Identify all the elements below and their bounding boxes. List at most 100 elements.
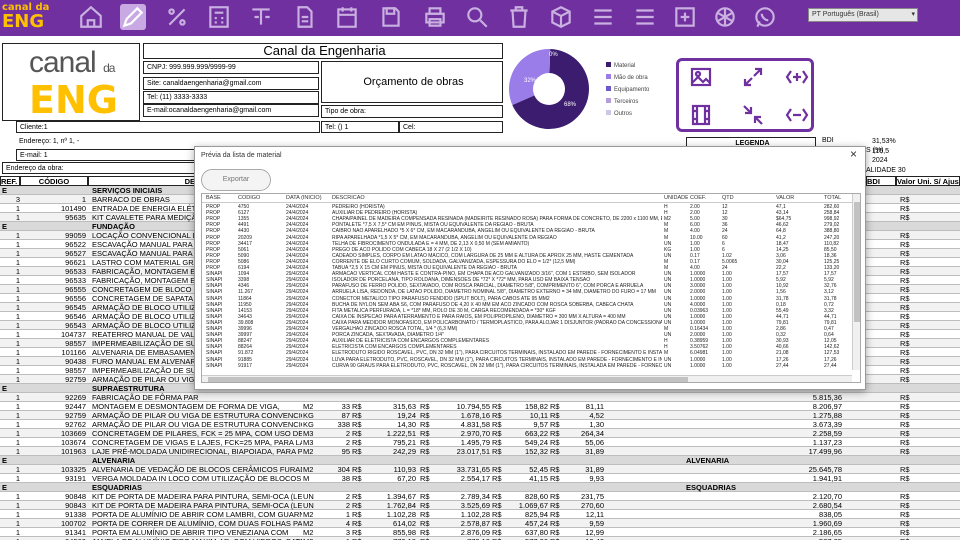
export-button[interactable]: Exportar	[201, 169, 271, 191]
cell-u: R$	[900, 285, 910, 294]
table-row[interactable]: 1 90848 KIT DE PORTA DE MADEIRA PARA PINTU…	[0, 492, 960, 501]
app-logo: canal da ENG	[2, 3, 49, 31]
col-codigo-header: CÓDIGO	[20, 176, 88, 186]
table-row[interactable]: 1 92762 ARMAÇÃO DE PILAR OU VIGA DE ESTRUT…	[0, 420, 960, 429]
bdi-label: BDI	[822, 137, 834, 144]
site-field[interactable]: Site: canaldaengenharia@gmail.com	[143, 77, 319, 90]
expand-icon[interactable]	[741, 65, 765, 89]
cell-u: R$	[900, 213, 910, 222]
film-icon[interactable]	[689, 103, 713, 127]
scroll-thumb[interactable]	[854, 202, 860, 322]
cell-v: 12,99	[585, 528, 604, 537]
cell-un: M	[303, 474, 310, 483]
table-row[interactable]: 1 100702 PORTA DE CORRER DE ALUMÍNIO, COM …	[0, 519, 960, 528]
collapse-icon[interactable]	[741, 103, 765, 127]
menu-icon[interactable]	[632, 4, 658, 30]
cell-mo: 549,24	[525, 438, 548, 447]
language-select[interactable]: PT Português (Brasil) ▾	[808, 8, 918, 22]
listview-cell: CURVA 90 GRAUS PARA ELETRODUTO, PVC, ROS…	[332, 362, 662, 369]
cell-rs3: R$	[492, 411, 502, 420]
percent-icon[interactable]	[164, 4, 190, 30]
printer-icon[interactable]	[422, 4, 448, 30]
email-field[interactable]: E-mail:ocanaldaengenharia@gmail.com	[143, 104, 319, 117]
vertical-scrollbar[interactable]	[852, 194, 860, 370]
save-icon[interactable]	[378, 4, 404, 30]
cell-rs1: R$	[352, 438, 362, 447]
listview-col-header[interactable]: QTD	[722, 194, 758, 203]
table-row[interactable]: 1 91338 PORTA DE ALUMÍNIO DE ABRIR COM LAM…	[0, 510, 960, 519]
material-listview[interactable]: BASE CODIGO DATA (INICIO) DESCRICAO UNIDADE C…	[201, 193, 861, 383]
cell-tot: 1.495,79	[460, 438, 490, 447]
cell-rs1: R$	[352, 519, 362, 528]
phone-field[interactable]: Tel: (11) 3333-3333	[143, 91, 319, 104]
calendar-icon[interactable]	[334, 4, 360, 30]
plus-square-icon[interactable]	[672, 4, 698, 30]
openai-icon[interactable]	[712, 4, 738, 30]
section-row[interactable]: E ALVENARIA ALVENARIA	[0, 456, 960, 465]
scroll-thumb[interactable]	[208, 377, 688, 382]
listview-col-header[interactable]: BASE	[206, 194, 236, 203]
table-row[interactable]: 1 103669 CONCRETAGEM DE PILARES, FCK = 25 …	[0, 429, 960, 438]
cell-q: 304	[337, 465, 350, 474]
pencil-icon[interactable]	[120, 4, 146, 30]
client-email-field[interactable]: E-mail: 1	[16, 149, 196, 161]
cell-rs3: R$	[492, 429, 502, 438]
cell-desc: ALVENARIA DE VEDAÇÃO DE BLOCOS CERÂMICOS…	[92, 465, 302, 474]
cellphone-field[interactable]: Cel:	[399, 121, 503, 133]
listview-col-header[interactable]: CODIGO	[238, 194, 282, 203]
table-row[interactable]: 1 101963 LAJE PRÉ-MOLDADA UNIDIRECIONAL, B…	[0, 447, 960, 456]
add-icon[interactable]	[785, 65, 809, 89]
image-icon[interactable]	[689, 65, 713, 89]
address-field[interactable]: Endereço: 1, nº 1, -	[16, 136, 196, 148]
listview-col-header[interactable]: COEF.	[690, 194, 716, 203]
cell-n: E	[2, 186, 8, 195]
search-icon[interactable]	[464, 4, 490, 30]
cube-icon[interactable]	[548, 4, 574, 30]
table-row[interactable]: 1 93191 VERGA MOLDADA IN LOCO COM UTILIZAÇ…	[0, 474, 960, 483]
listview-col-header[interactable]: UNIDADE	[664, 194, 688, 203]
remove-icon[interactable]	[785, 103, 809, 127]
cell-ref: 1	[15, 294, 20, 303]
cell-u: R$	[900, 267, 910, 276]
list-icon[interactable]	[590, 4, 616, 30]
legend-swatch	[606, 86, 611, 91]
col-unit-value-header: Valor Uni. S/ Ajus	[896, 176, 960, 186]
table-row[interactable]: 1 103674 CONCRETAGEM DE VIGAS E LAJES, FCK…	[0, 438, 960, 447]
cell-q: 3	[345, 528, 350, 537]
legend-label: Terceiros	[614, 99, 639, 105]
horizontal-scrollbar[interactable]	[202, 375, 852, 382]
table-row[interactable]: 1 91341 PORTA EM ALUMÍNIO DE ABRIR TIPO VE…	[0, 528, 960, 537]
cell-p: 19,24	[397, 411, 416, 420]
client-field[interactable]: Cliente:1	[16, 121, 320, 133]
table-row[interactable]: 1 103325 ALVENARIA DE VEDAÇÃO DE BLOCOS CE…	[0, 465, 960, 474]
table-row[interactable]: 1 90843 KIT DE PORTA DE MADEIRA PARA PINTU…	[0, 501, 960, 510]
site-address-field[interactable]: Endereço da obra:	[2, 162, 196, 174]
cell-p: 1.762,84	[386, 501, 416, 510]
table-row[interactable]: 1 92447 MONTAGEM E DESMONTAGEM DE FORMA DE…	[0, 402, 960, 411]
listview-col-header[interactable]: VALOR	[776, 194, 816, 203]
client-phone-field[interactable]: Tel: () 1	[321, 121, 399, 133]
work-type-field[interactable]: Tipo de obra:	[321, 105, 503, 118]
cell-u: R$	[900, 330, 910, 339]
close-icon[interactable]: ×	[850, 147, 857, 161]
listview-col-header[interactable]: TOTAL	[824, 194, 852, 203]
trash-icon[interactable]	[506, 4, 532, 30]
type-icon[interactable]	[248, 4, 274, 30]
cell-ref: 1	[15, 438, 20, 447]
cell-u: R$	[900, 519, 910, 528]
spreadsheet: canal da ENG Canal da Engenharia CNPJ: 9…	[0, 36, 960, 540]
cell-ref: 1	[15, 204, 20, 213]
whatsapp-icon[interactable]	[752, 4, 778, 30]
home-icon[interactable]	[78, 4, 104, 30]
document-icon[interactable]	[292, 4, 318, 30]
listview-col-header[interactable]: DESCRICAO	[332, 194, 662, 203]
section-row[interactable]: E ESQUADRIAS ESQUADRIAS	[0, 483, 960, 492]
cnpj-field[interactable]: CNPJ: 999.999.999/9999-99	[143, 61, 319, 74]
cell-n: E	[2, 384, 8, 393]
listview-row[interactable]: SINAPI 91917 29/4/2024 CURVA 90 GRAUS PARA …	[202, 362, 860, 369]
listview-col-header[interactable]: DATA (INICIO)	[286, 194, 330, 203]
calculator-icon[interactable]	[206, 4, 232, 30]
table-row[interactable]: 1 92269 FABRICAÇÃO DE FÔRMA PAR 5.815,36 R$	[0, 393, 960, 402]
table-row[interactable]: 1 92759 ARMAÇÃO DE PILAR OU VIGA DE ESTRUT…	[0, 411, 960, 420]
cell-mo: 41,15	[529, 474, 548, 483]
